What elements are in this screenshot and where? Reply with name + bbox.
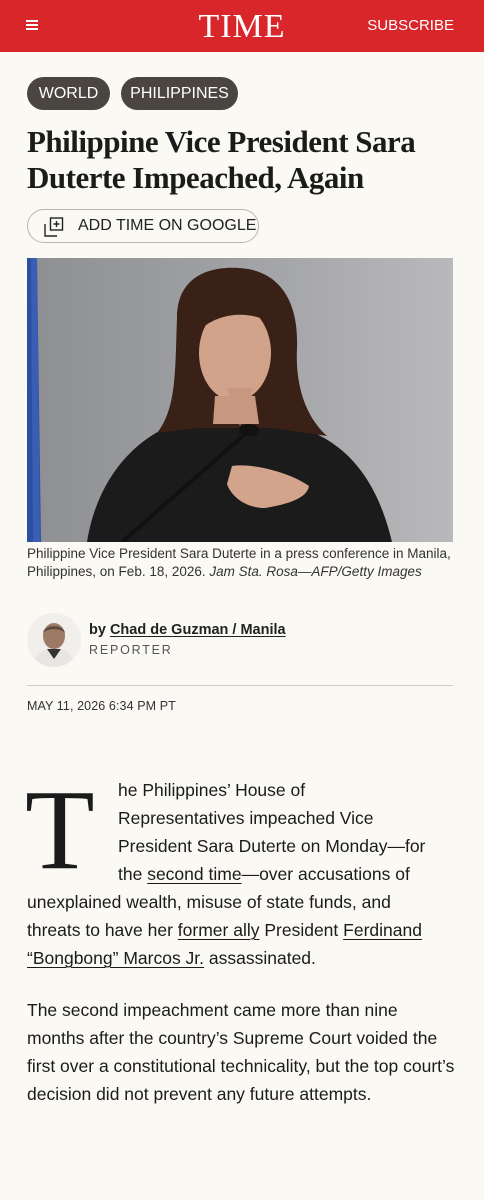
article-headline: Philippine Vice President Sara Duterte I…	[27, 124, 416, 195]
para1-line-5: unexplained wealth, misuse of state fund…	[27, 892, 391, 912]
hero-photo	[27, 258, 453, 542]
author-link[interactable]: Chad de Guzman / Manila	[110, 622, 286, 638]
photo-credit: Jam Sta. Rosa—AFP/Getty Images	[209, 564, 422, 579]
para1-line-7: “Bongbong” Marcos Jr. assassinated.	[27, 944, 316, 972]
byline-by: by	[89, 622, 106, 638]
author-avatar[interactable]	[27, 613, 81, 667]
add-time-on-google-button[interactable]: ADD TIME ON GOOGLE	[27, 209, 259, 243]
para1-text: assassinated.	[204, 948, 316, 968]
top-bar: TIME SUBSCRIBE	[0, 0, 484, 52]
add-source-icon	[44, 217, 64, 237]
para1-line-3: President Sara Duterte on Monday—for	[118, 836, 426, 856]
para1-line-6: threats to have her former ally Presiden…	[27, 916, 422, 944]
add-time-on-google-label: ADD TIME ON GOOGLE	[78, 217, 257, 234]
tag-world[interactable]: WORLD	[27, 77, 110, 110]
drop-cap: T	[25, 766, 95, 893]
ferdinand-marcos-link[interactable]: Ferdinand	[343, 920, 422, 940]
tag-philippines[interactable]: PHILIPPINES	[121, 77, 238, 110]
author-photo	[27, 613, 81, 667]
para1-text: President	[259, 920, 344, 940]
photo-caption: Philippine Vice President Sara Duterte i…	[27, 545, 453, 581]
byline: by Chad de Guzman / Manila	[89, 620, 286, 640]
divider	[27, 685, 453, 686]
ferdinand-marcos-link[interactable]: “Bongbong” Marcos Jr.	[27, 948, 204, 968]
former-ally-link[interactable]: former ally	[178, 920, 260, 940]
second-time-link[interactable]: second time	[147, 864, 241, 884]
para1-line-4: the second time—over accusations of	[118, 860, 410, 888]
para1-line-2: Representatives impeached Vice	[118, 808, 374, 828]
author-role: REPORTER	[89, 643, 173, 657]
para1-line-1: he Philippines’ House of	[118, 780, 306, 800]
subscribe-link[interactable]: SUBSCRIBE	[367, 16, 454, 36]
para1-text: —over accusations of	[241, 864, 410, 884]
para1-text: threats to have her	[27, 920, 178, 940]
publish-date: MAY 11, 2026 6:34 PM PT	[27, 699, 176, 713]
article-paragraph-2: The second impeachment came more than ni…	[27, 1000, 455, 1104]
para1-text: the	[118, 864, 148, 884]
